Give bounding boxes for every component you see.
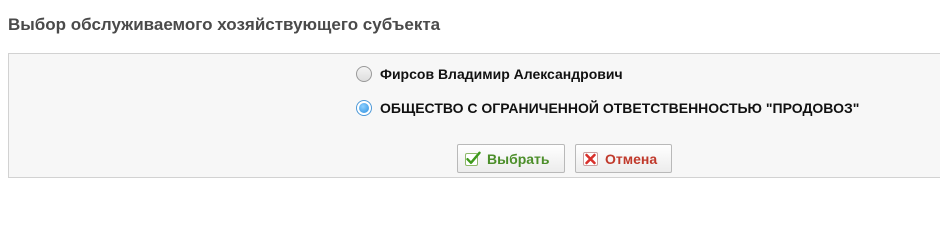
selection-panel: Фирсов Владимир Александрович ОБЩЕСТВО С… bbox=[8, 53, 940, 178]
cancel-button[interactable]: Отмена bbox=[575, 144, 672, 173]
close-icon bbox=[583, 151, 598, 166]
page-title: Выбор обслуживаемого хозяйствующего субъ… bbox=[8, 15, 441, 34]
option-firsov-label: Фирсов Владимир Александрович bbox=[380, 66, 623, 82]
cancel-button-label: Отмена bbox=[605, 150, 658, 167]
option-prodovoz[interactable]: ОБЩЕСТВО С ОГРАНИЧЕННОЙ ОТВЕТСТВЕННОСТЬЮ… bbox=[356, 98, 859, 118]
option-firsov[interactable]: Фирсов Владимир Александрович bbox=[356, 64, 623, 84]
select-button-label: Выбрать bbox=[487, 150, 550, 167]
radio-prodovoz[interactable] bbox=[356, 100, 372, 116]
radio-firsov[interactable] bbox=[356, 66, 372, 82]
checkmark-icon bbox=[465, 151, 481, 166]
option-prodovoz-label: ОБЩЕСТВО С ОГРАНИЧЕННОЙ ОТВЕТСТВЕННОСТЬЮ… bbox=[380, 100, 860, 116]
select-button[interactable]: Выбрать bbox=[457, 144, 565, 173]
